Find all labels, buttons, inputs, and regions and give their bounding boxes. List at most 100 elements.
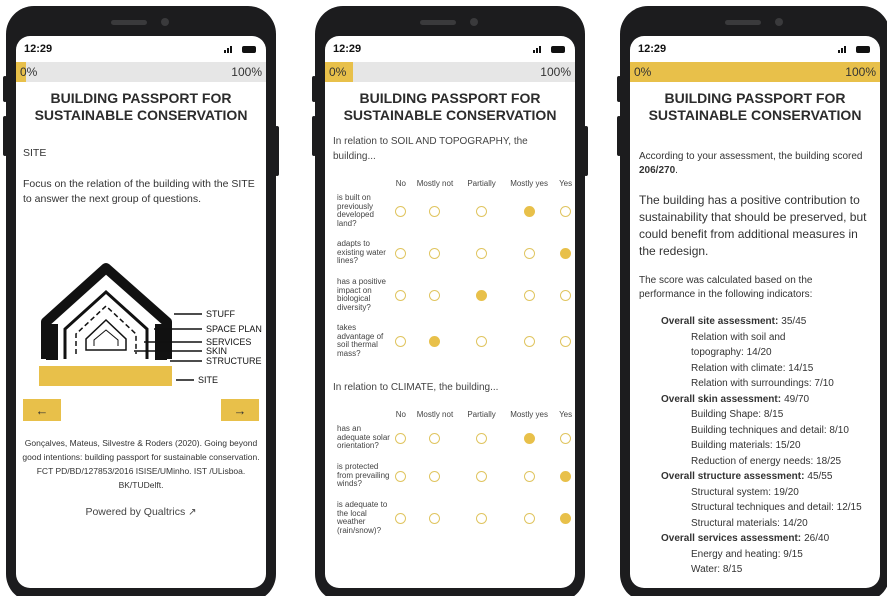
likert-row-label: has a positive impact on biological dive… bbox=[337, 277, 386, 312]
indicator-heading: Overall skin assessment: 49/70 bbox=[661, 393, 810, 405]
citation-text: Gonçalves, Mateus, Silvestre & Roders (2… bbox=[22, 438, 260, 490]
radio-option[interactable] bbox=[429, 205, 441, 217]
radio-option[interactable] bbox=[476, 289, 488, 301]
radio-option[interactable] bbox=[560, 205, 572, 217]
likert-column-header: Mostly not bbox=[416, 179, 454, 188]
radio-option[interactable] bbox=[560, 512, 572, 524]
diagram-label-structure: STRUCTURE bbox=[206, 356, 262, 366]
score-value: 206/270 bbox=[639, 165, 676, 176]
radio-option[interactable] bbox=[429, 432, 441, 444]
progress-end-label: 100% bbox=[231, 65, 262, 79]
likert-row: takes advantage of soil thermal mass? bbox=[325, 318, 575, 364]
likert-column-header: Mostly not bbox=[416, 410, 454, 419]
radio-option[interactable] bbox=[476, 512, 488, 524]
diagram-label-space-plan: SPACE PLAN bbox=[206, 324, 262, 334]
radio-option[interactable] bbox=[476, 247, 488, 259]
radio-option[interactable] bbox=[395, 432, 407, 444]
status-time: 12:29 bbox=[333, 43, 362, 55]
indicator-list: Overall site assessment: 35/45 Relation wi… bbox=[630, 314, 880, 578]
indicator-sub-item: Building materials: 15/20 bbox=[691, 440, 801, 451]
signal-icon bbox=[533, 45, 545, 53]
radio-option[interactable] bbox=[476, 432, 488, 444]
radio-option[interactable] bbox=[395, 512, 407, 524]
radio-option[interactable] bbox=[429, 470, 441, 482]
indicator-sub-item: Relation with climate: 14/15 bbox=[691, 362, 814, 374]
progress-fill bbox=[630, 62, 880, 82]
radio-option[interactable] bbox=[429, 289, 441, 301]
radio-option[interactable] bbox=[395, 205, 407, 217]
radio-option[interactable] bbox=[523, 470, 535, 482]
likert-column-header: No bbox=[395, 179, 406, 188]
next-button[interactable]: → bbox=[221, 399, 259, 421]
status-bar: 12:29 bbox=[325, 36, 575, 62]
likert-row: is built on previously developed land? bbox=[325, 188, 575, 234]
radio-option[interactable] bbox=[476, 205, 488, 217]
radio-option[interactable] bbox=[560, 289, 572, 301]
battery-icon bbox=[551, 45, 565, 53]
section-description: Focus on the relation of the building wi… bbox=[23, 178, 255, 205]
previous-button[interactable]: ← bbox=[23, 399, 61, 421]
radio-option[interactable] bbox=[523, 432, 535, 444]
score-text: According to your assessment, the buildi… bbox=[639, 151, 863, 176]
radio-option[interactable] bbox=[560, 470, 572, 482]
indicator-sub-item: Structural system: 19/20 bbox=[691, 486, 799, 498]
indicator-sub-item: Relation with soil and topography: 14/20 bbox=[691, 331, 786, 359]
indicator-sub-item: Structural materials: 14/20 bbox=[691, 517, 808, 529]
powered-by-link[interactable]: Powered by Qualtrics ↗ bbox=[16, 506, 266, 518]
radio-option[interactable] bbox=[523, 205, 535, 217]
progress-bar: 0% 100% bbox=[325, 62, 575, 82]
radio-option[interactable] bbox=[429, 335, 441, 347]
radio-option[interactable] bbox=[395, 470, 407, 482]
score-basis-text: The score was calculated based on the pe… bbox=[639, 275, 813, 300]
likert-row: has a positive impact on biological dive… bbox=[325, 272, 575, 318]
likert-column-header: Yes bbox=[559, 179, 573, 188]
likert-row-label: is built on previously developed land? bbox=[337, 193, 374, 228]
likert-column-header: Partially bbox=[467, 179, 496, 188]
likert-matrix: No Mostly not Partially Mostly yes Yes is bui… bbox=[325, 164, 575, 364]
radio-option[interactable] bbox=[560, 247, 572, 259]
indicator-sub-item: Water: 8/15 bbox=[691, 564, 743, 575]
likert-row-label: is protected from prevailing winds? bbox=[337, 462, 390, 489]
likert-column-header: Yes bbox=[559, 410, 573, 419]
question-group-title: In relation to CLIMATE, the building... bbox=[333, 382, 499, 393]
radio-option[interactable] bbox=[476, 470, 488, 482]
progress-bar: 0% 100% bbox=[16, 62, 266, 82]
radio-option[interactable] bbox=[523, 247, 535, 259]
status-time: 12:29 bbox=[638, 43, 667, 55]
indicator-heading: Overall services assessment: 26/40 bbox=[661, 533, 830, 544]
question-groups: In relation to SOIL AND TOPOGRAPHY, the … bbox=[325, 134, 575, 541]
status-bar: 12:29 bbox=[630, 36, 880, 62]
screen-results: 12:29 0% 100% BUILDING PASSPORT FOR SUST… bbox=[630, 36, 880, 588]
progress-end-label: 100% bbox=[845, 65, 876, 79]
radio-option[interactable] bbox=[476, 335, 488, 347]
indicator-sub-item: Building Shape: 8/15 bbox=[691, 409, 784, 420]
phone-notch bbox=[420, 18, 480, 26]
likert-row-label: is adequate to the local weather (rain/s… bbox=[337, 500, 388, 535]
diagram-label-stuff: STUFF bbox=[206, 309, 235, 319]
radio-option[interactable] bbox=[395, 335, 407, 347]
radio-option[interactable] bbox=[560, 335, 572, 347]
radio-option[interactable] bbox=[395, 289, 407, 301]
likert-row-label: adapts to existing water lines? bbox=[337, 239, 386, 266]
page-title: BUILDING PASSPORT FOR SUSTAINABLE CONSER… bbox=[34, 90, 248, 123]
screen-site-questions: 12:29 0% 100% BUILDING PASSPORT FOR SUST… bbox=[325, 36, 575, 588]
likert-column-header: Mostly yes bbox=[510, 179, 548, 188]
section-label: SITE bbox=[23, 147, 47, 159]
question-group-title: In relation to SOIL AND TOPOGRAPHY, the … bbox=[333, 136, 528, 162]
radio-option[interactable] bbox=[429, 512, 441, 524]
radio-option[interactable] bbox=[395, 247, 407, 259]
progress-start-label: 0% bbox=[329, 65, 347, 79]
phone-notch bbox=[111, 18, 171, 26]
radio-option[interactable] bbox=[523, 335, 535, 347]
shearing-layers-diagram: STUFF SPACE PLAN SERVICES SKIN STRUCTURE… bbox=[39, 263, 262, 386]
indicator-sub-item: Energy and heating: 9/15 bbox=[691, 548, 803, 560]
radio-option[interactable] bbox=[429, 247, 441, 259]
radio-option[interactable] bbox=[560, 432, 572, 444]
signal-icon bbox=[838, 45, 850, 53]
indicator-sub-item: Building techniques and detail: 8/10 bbox=[691, 424, 849, 436]
verdict-text: The building has a positive contribution… bbox=[639, 193, 867, 258]
radio-option[interactable] bbox=[523, 289, 535, 301]
radio-option[interactable] bbox=[523, 512, 535, 524]
page-title: BUILDING PASSPORT FOR SUSTAINABLE CONSER… bbox=[343, 90, 557, 123]
screen-site-intro: 12:29 0% 100% BUILDING PASSPORT FOR SUST… bbox=[16, 36, 266, 588]
